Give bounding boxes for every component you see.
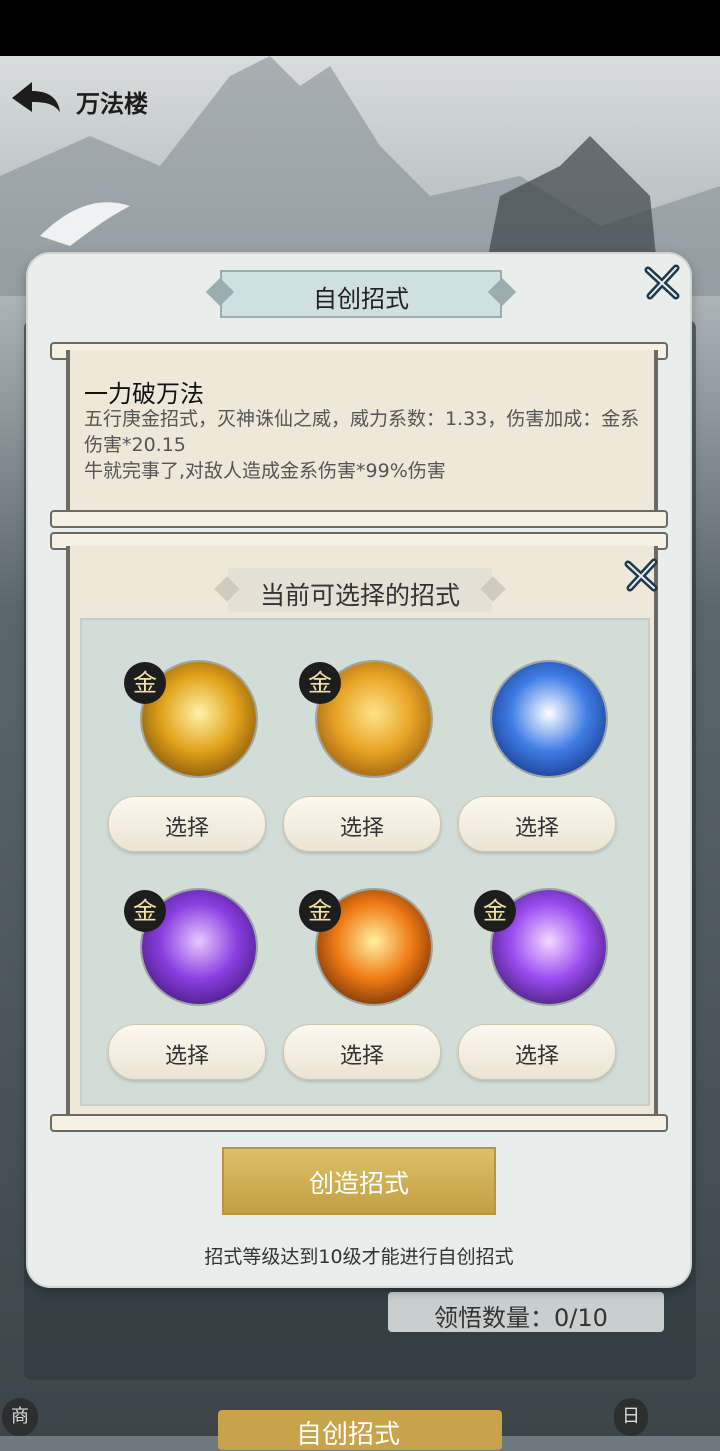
dialog-title-plate: 自创招式 bbox=[220, 270, 502, 318]
select-button-label: 选择 bbox=[514, 816, 559, 841]
selection-close-button[interactable] bbox=[622, 556, 660, 594]
skill-selection-panel: 当前可选择的招式 金选择金选择 选择金选择金选择金选择 bbox=[66, 546, 658, 1114]
element-badge: 金 bbox=[124, 890, 166, 932]
skill-option: 金选择 bbox=[98, 860, 274, 1080]
selection-title: 当前可选择的招式 bbox=[259, 581, 460, 610]
select-button-label: 选择 bbox=[164, 816, 209, 841]
back-button[interactable] bbox=[8, 76, 64, 120]
daily-icon[interactable]: 日 bbox=[614, 1398, 648, 1436]
top-bar: 万法楼 bbox=[0, 70, 720, 126]
selection-title-plate: 当前可选择的招式 bbox=[228, 568, 492, 612]
status-bar bbox=[0, 0, 720, 56]
select-button-label: 选择 bbox=[164, 1044, 209, 1069]
back-arrow-icon bbox=[12, 82, 60, 112]
insight-count-label: 领悟数量：0/10 bbox=[434, 1304, 608, 1332]
select-button[interactable]: 选择 bbox=[283, 1024, 441, 1080]
scroll-bottom-rod bbox=[50, 510, 668, 528]
element-badge: 金 bbox=[299, 890, 341, 932]
selection-bottom-rod bbox=[50, 1114, 668, 1132]
create-skill-button[interactable]: 创造招式 bbox=[222, 1147, 496, 1215]
close-icon bbox=[624, 558, 658, 592]
skill-option: 金选择 bbox=[273, 632, 449, 852]
skill-icon[interactable] bbox=[492, 662, 606, 776]
page-title: 万法楼 bbox=[76, 90, 148, 118]
dialog-title: 自创招式 bbox=[313, 285, 409, 313]
select-button-label: 选择 bbox=[514, 1044, 559, 1069]
skill-option: 选择 bbox=[448, 632, 624, 852]
select-button[interactable]: 选择 bbox=[108, 796, 266, 852]
current-skill-panel: 一力破万法 五行庚金招式，灭神诛仙之威，威力系数：1.33，伤害加成：金系伤害*… bbox=[66, 350, 658, 514]
skill-option: 金选择 bbox=[448, 860, 624, 1080]
skill-grid: 金选择金选择 选择金选择金选择金选择 bbox=[80, 618, 650, 1106]
background-create-button[interactable]: 自创招式 bbox=[218, 1410, 502, 1450]
element-badge: 金 bbox=[124, 662, 166, 704]
element-badge: 金 bbox=[474, 890, 516, 932]
background-create-label: 自创招式 bbox=[296, 1420, 401, 1450]
skill-option: 金选择 bbox=[98, 632, 274, 852]
select-button[interactable]: 选择 bbox=[458, 1024, 616, 1080]
shop-icon[interactable]: 商 bbox=[2, 1398, 38, 1436]
current-skill-description: 五行庚金招式，灭神诛仙之威，威力系数：1.33，伤害加成：金系伤害*20.15 … bbox=[84, 408, 640, 482]
close-icon bbox=[644, 264, 680, 300]
select-button[interactable]: 选择 bbox=[108, 1024, 266, 1080]
create-skill-dialog: 自创招式 一力破万法 五行庚金招式，灭神诛仙之威，威力系数：1.33，伤害加成：… bbox=[28, 254, 690, 1286]
current-skill-name: 一力破万法 bbox=[84, 380, 204, 408]
level-requirement-hint: 招式等级达到10级才能进行自创招式 bbox=[204, 1246, 514, 1268]
create-skill-label: 创造招式 bbox=[308, 1169, 409, 1198]
select-button[interactable]: 选择 bbox=[283, 796, 441, 852]
select-button[interactable]: 选择 bbox=[458, 796, 616, 852]
insight-count-box: 领悟数量：0/10 bbox=[388, 1292, 664, 1332]
element-badge: 金 bbox=[299, 662, 341, 704]
select-button-label: 选择 bbox=[339, 816, 384, 841]
skill-option: 金选择 bbox=[273, 860, 449, 1080]
select-button-label: 选择 bbox=[339, 1044, 384, 1069]
dialog-close-button[interactable] bbox=[642, 262, 682, 302]
